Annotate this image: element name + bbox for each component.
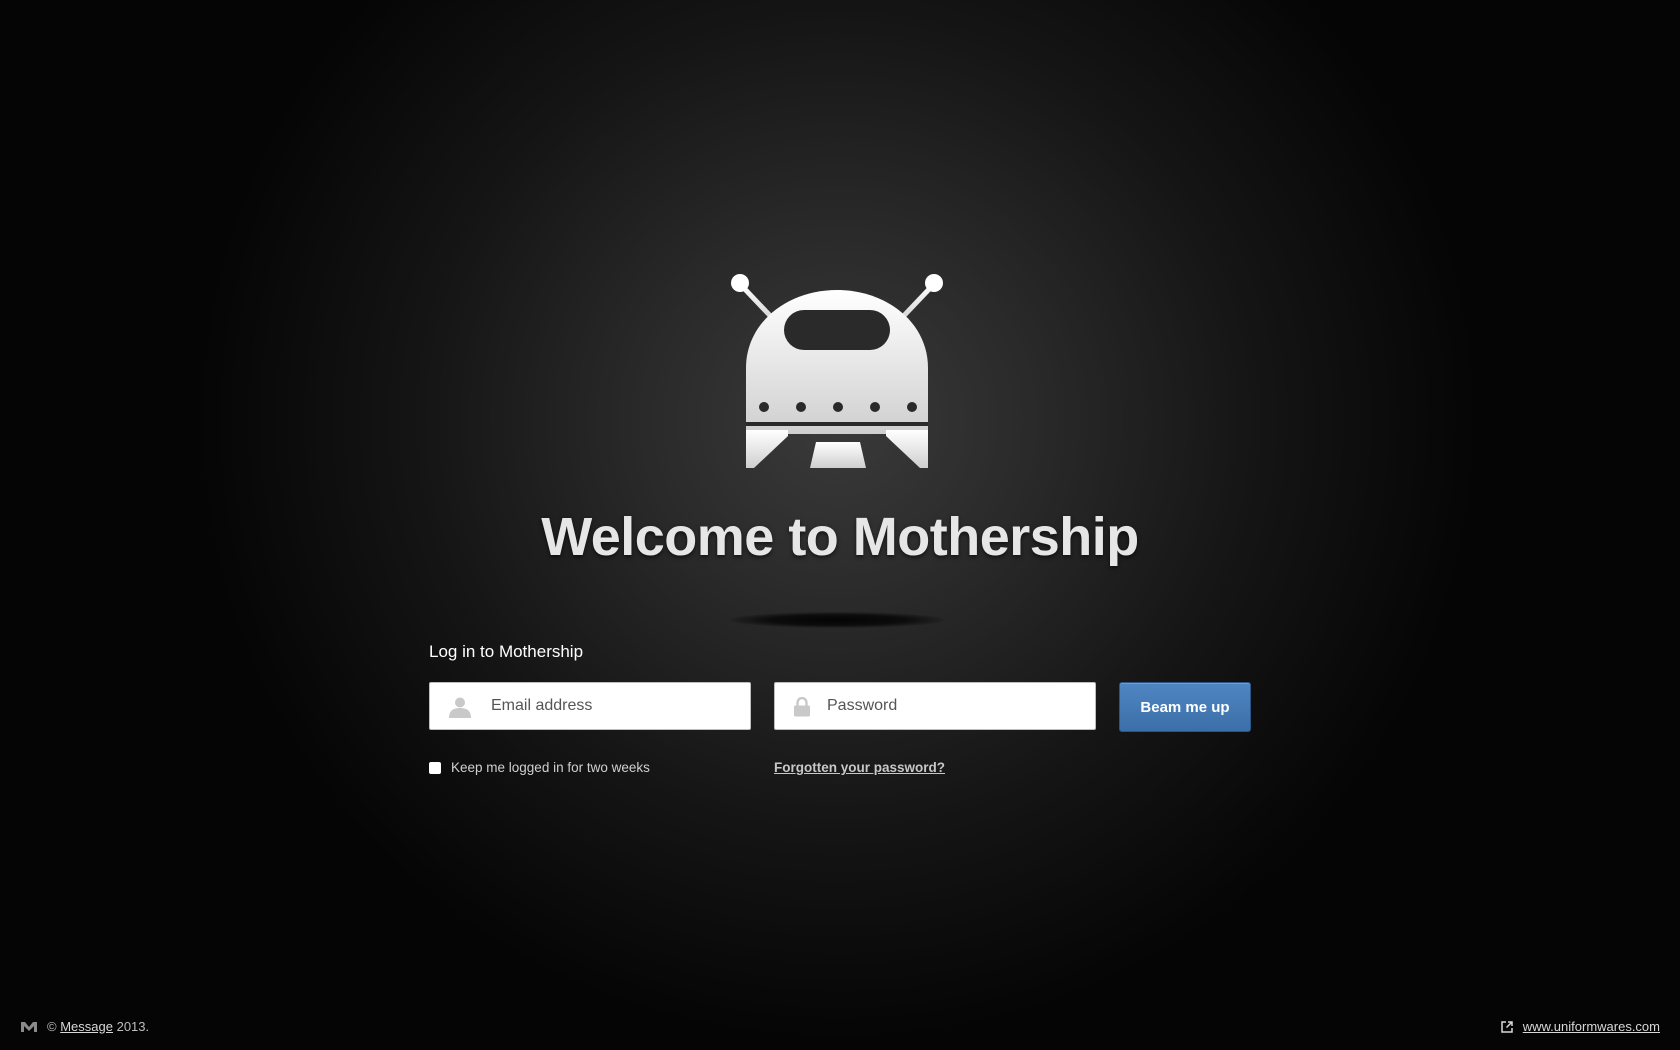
remember-me-label: Keep me logged in for two weeks	[451, 760, 650, 775]
logo-shadow	[730, 612, 944, 628]
copyright-symbol: ©	[47, 1019, 57, 1034]
forgot-password-link[interactable]: Forgotten your password?	[774, 760, 945, 775]
message-link[interactable]: Message	[60, 1019, 113, 1034]
website-link[interactable]: www.uniformwares.com	[1523, 1019, 1660, 1034]
beam-me-up-button[interactable]: Beam me up	[1119, 682, 1251, 732]
login-heading: Log in to Mothership	[429, 642, 584, 661]
footer-copyright: © Message 2013.	[20, 1019, 149, 1034]
email-input[interactable]	[430, 683, 750, 729]
password-input[interactable]	[775, 683, 1095, 729]
message-logo-icon	[21, 1021, 37, 1032]
password-field[interactable]	[774, 682, 1096, 730]
page-title: Welcome to Mothership	[541, 507, 1139, 567]
external-link-icon	[1500, 1020, 1513, 1033]
footer-website: www.uniformwares.com	[1500, 1019, 1660, 1034]
robot-ship-icon	[731, 274, 943, 468]
copyright-year: 2013.	[116, 1019, 150, 1034]
email-field[interactable]	[429, 682, 751, 730]
remember-me-checkbox[interactable]: Keep me logged in for two weeks	[429, 760, 650, 775]
checkbox-box[interactable]	[429, 761, 441, 774]
